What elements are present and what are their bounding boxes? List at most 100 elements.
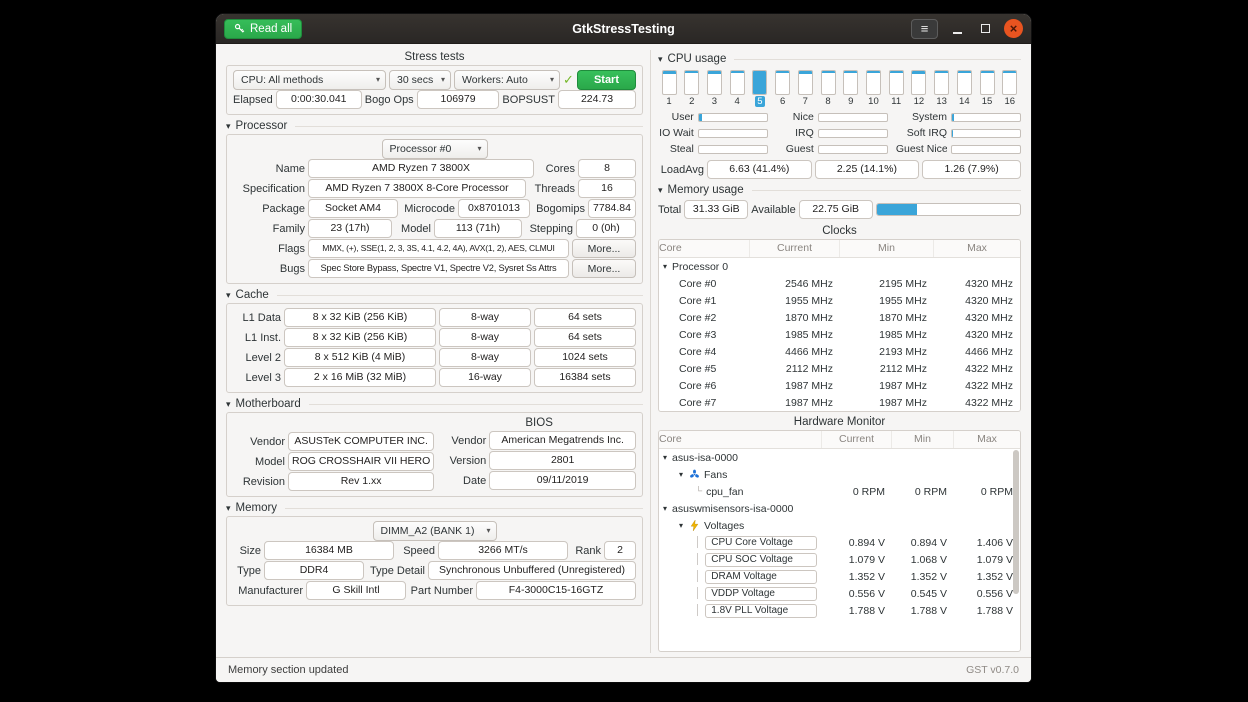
cpu-core-number: 10 — [866, 96, 881, 107]
expander-icon[interactable]: ▾ — [679, 470, 683, 479]
min-column-header[interactable]: Min — [892, 431, 954, 448]
dimm-speed-value[interactable]: 3266 MT/s — [438, 541, 568, 560]
bugs-value[interactable]: Spec Store Bypass, Spectre V1, Spectre V… — [308, 259, 569, 278]
read-all-button[interactable]: Read all — [224, 19, 302, 39]
cache-size-value[interactable]: 2 x 16 MiB (32 MiB) — [284, 368, 436, 387]
tree-row[interactable]: Core #44466 MHz2193 MHz4466 MHz — [659, 343, 1020, 360]
tree-row[interactable]: Core #02546 MHz2195 MHz4320 MHz — [659, 275, 1020, 292]
bogomips-value[interactable]: 7784.84 — [588, 199, 636, 218]
menu-button[interactable]: ≡ — [911, 19, 938, 39]
tree-row[interactable]: │DRAM Voltage1.352 V1.352 V1.352 V — [659, 568, 1020, 585]
tree-row[interactable]: ▾Processor 0 — [659, 258, 1020, 275]
cache-ways-value[interactable]: 8-way — [439, 308, 531, 327]
current-column-header[interactable]: Current — [750, 240, 840, 257]
memory-expander[interactable]: ▾ Memory — [226, 502, 643, 514]
cpu-name-value[interactable]: AMD Ryzen 7 3800X — [308, 159, 534, 178]
mb-vendor-value[interactable]: ASUSTeK COMPUTER INC. — [288, 432, 434, 451]
expander-icon[interactable]: ▾ — [663, 504, 667, 513]
package-value[interactable]: Socket AM4 — [308, 199, 398, 218]
current-column-header[interactable]: Current — [822, 431, 892, 448]
specification-value[interactable]: AMD Ryzen 7 3800X 8-Core Processor — [308, 179, 526, 198]
tree-row[interactable]: Core #52112 MHz2112 MHz4322 MHz — [659, 360, 1020, 377]
stress-method-dropdown[interactable]: CPU: All methods ▾ — [233, 70, 386, 90]
cache-size-value[interactable]: 8 x 32 KiB (256 KiB) — [284, 328, 436, 347]
tree-row[interactable]: ▾Fans — [659, 466, 1020, 483]
cache-size-value[interactable]: 8 x 512 KiB (4 MiB) — [284, 348, 436, 367]
model-value[interactable]: 113 (71h) — [434, 219, 522, 238]
cache-ways-value[interactable]: 8-way — [439, 348, 531, 367]
dimm-size-value[interactable]: 16384 MB — [264, 541, 394, 560]
close-button[interactable]: × — [1004, 19, 1023, 38]
cache-size-value[interactable]: 8 x 32 KiB (256 KiB) — [284, 308, 436, 327]
max-column-header[interactable]: Max — [934, 240, 1020, 257]
tree-row[interactable]: ▾asus-isa-0000 — [659, 449, 1020, 466]
tree-row[interactable]: │CPU SOC Voltage1.079 V1.068 V1.079 V — [659, 551, 1020, 568]
microcode-value[interactable]: 0x8701013 — [458, 199, 530, 218]
tree-row[interactable]: Core #31985 MHz1985 MHz4320 MHz — [659, 326, 1020, 343]
cpu-usage-expander[interactable]: ▾ CPU usage — [658, 53, 1021, 65]
bogo-ops-value[interactable]: 106979 — [417, 90, 500, 109]
mb-model-value[interactable]: ROG CROSSHAIR VII HERO — [288, 452, 434, 471]
stress-duration-dropdown[interactable]: 30 secs ▾ — [389, 70, 451, 90]
cache-sets-value[interactable]: 1024 sets — [534, 348, 636, 367]
dimm-rank-value[interactable]: 2 — [604, 541, 636, 560]
family-value[interactable]: 23 (17h) — [308, 219, 392, 238]
min-column-header[interactable]: Min — [840, 240, 934, 257]
tree-row[interactable]: Core #61987 MHz1987 MHz4322 MHz — [659, 377, 1020, 394]
titlebar[interactable]: Read all GtkStressTesting ≡ × — [216, 14, 1031, 44]
loadavg-5min-value[interactable]: 2.25 (14.1%) — [815, 160, 920, 179]
minimize-button[interactable] — [948, 20, 966, 38]
bios-version-value[interactable]: 2801 — [489, 451, 636, 470]
elapsed-value[interactable]: 0:00:30.041 — [276, 90, 362, 109]
cache-expander[interactable]: ▾ Cache — [226, 289, 643, 301]
dimm-type-detail-value[interactable]: Synchronous Unbuffered (Unregistered) — [428, 561, 636, 580]
tree-row[interactable]: │CPU Core Voltage0.894 V0.894 V1.406 V — [659, 534, 1020, 551]
start-button[interactable]: Start — [577, 70, 636, 90]
tree-row[interactable]: Core #11955 MHz1955 MHz4320 MHz — [659, 292, 1020, 309]
stress-workers-dropdown[interactable]: Workers: Auto ▾ — [454, 70, 560, 90]
bios-date-value[interactable]: 09/11/2019 — [489, 471, 636, 490]
mb-revision-value[interactable]: Rev 1.xx — [288, 472, 434, 491]
core-column-header[interactable]: Core — [659, 431, 822, 448]
stepping-value[interactable]: 0 (0h) — [576, 219, 636, 238]
memory-usage-expander[interactable]: ▾ Memory usage — [658, 184, 1021, 196]
max-column-header[interactable]: Max — [954, 431, 1020, 448]
memory-total-value[interactable]: 31.33 GiB — [684, 200, 748, 219]
dimm-part-number-value[interactable]: F4-3000C15-16GTZ — [476, 581, 636, 600]
processor-selector-dropdown[interactable]: Processor #0 ▾ — [382, 139, 488, 159]
cache-sets-value[interactable]: 64 sets — [534, 308, 636, 327]
scrollbar[interactable] — [1013, 450, 1019, 650]
cache-ways-value[interactable]: 16-way — [439, 368, 531, 387]
flags-value[interactable]: MMX, (+), SSE(1, 2, 3, 3S, 4.1, 4.2, 4A)… — [308, 239, 569, 258]
cache-ways-value[interactable]: 8-way — [439, 328, 531, 347]
loadavg-1min-value[interactable]: 6.63 (41.4%) — [707, 160, 812, 179]
dimm-manufacturer-value[interactable]: G Skill Intl — [306, 581, 406, 600]
tree-row[interactable]: ▾Voltages — [659, 517, 1020, 534]
expander-icon[interactable]: ▾ — [663, 262, 667, 271]
bugs-more-button[interactable]: More... — [572, 259, 636, 278]
tree-row[interactable]: Core #21870 MHz1870 MHz4320 MHz — [659, 309, 1020, 326]
scrollbar-thumb[interactable] — [1013, 450, 1019, 594]
threads-value[interactable]: 16 — [578, 179, 636, 198]
maximize-button[interactable] — [976, 20, 994, 38]
cache-sets-value[interactable]: 64 sets — [534, 328, 636, 347]
loadavg-15min-value[interactable]: 1.26 (7.9%) — [922, 160, 1021, 179]
tree-row[interactable]: Core #71987 MHz1987 MHz4322 MHz — [659, 394, 1020, 411]
bopsust-value[interactable]: 224.73 — [558, 90, 636, 109]
expander-icon[interactable]: ▾ — [663, 453, 667, 462]
tree-row[interactable]: └cpu_fan0 RPM0 RPM0 RPM — [659, 483, 1020, 500]
tree-row[interactable]: ▾asuswmisensors-isa-0000 — [659, 500, 1020, 517]
expander-icon[interactable]: ▾ — [679, 521, 683, 530]
tree-row[interactable]: │1.8V PLL Voltage1.788 V1.788 V1.788 V — [659, 602, 1020, 619]
bios-vendor-value[interactable]: American Megatrends Inc. — [489, 431, 636, 450]
cache-sets-value[interactable]: 16384 sets — [534, 368, 636, 387]
processor-expander[interactable]: ▾ Processor — [226, 120, 643, 132]
motherboard-expander[interactable]: ▾ Motherboard — [226, 398, 643, 410]
dimm-type-value[interactable]: DDR4 — [264, 561, 364, 580]
flags-more-button[interactable]: More... — [572, 239, 636, 258]
tree-row[interactable]: │VDDP Voltage0.556 V0.545 V0.556 V — [659, 585, 1020, 602]
dimm-selector-dropdown[interactable]: DIMM_A2 (BANK 1) ▾ — [373, 521, 497, 541]
memory-available-value[interactable]: 22.75 GiB — [799, 200, 873, 219]
cores-value[interactable]: 8 — [578, 159, 636, 178]
core-column-header[interactable]: Core — [659, 240, 750, 257]
